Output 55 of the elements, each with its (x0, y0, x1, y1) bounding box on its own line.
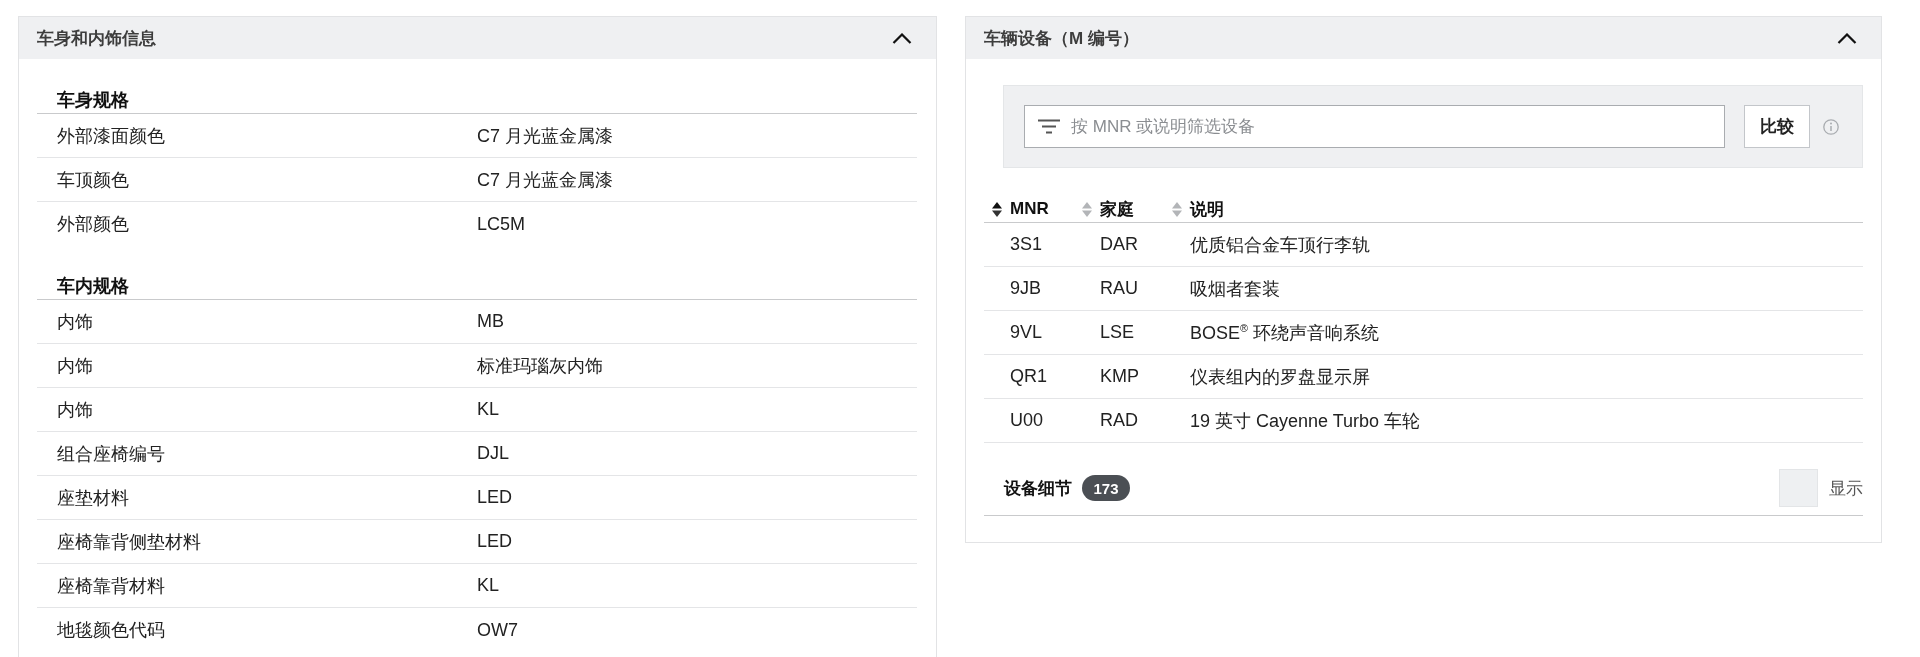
spec-label: 地毯颜色代码 (57, 619, 165, 642)
table-cell: U00 (1010, 410, 1044, 431)
table-cell: KMP (1100, 366, 1139, 387)
spec-value: LC5M (477, 213, 525, 235)
spec-value: LED (477, 487, 512, 508)
filter-input[interactable]: 按 MNR 或说明筛选设备 (1024, 105, 1725, 148)
count-badge: 173 (1082, 475, 1130, 501)
show-checkbox[interactable] (1779, 469, 1818, 507)
column-header[interactable]: 说明 (1172, 197, 1224, 221)
spec-value: MB (477, 311, 504, 332)
spec-value: LED (477, 531, 512, 552)
table-cell: LSE (1100, 322, 1135, 343)
compare-button[interactable]: 比较 (1744, 105, 1810, 148)
spec-value: KL (477, 575, 500, 596)
table-cell: QR1 (1010, 366, 1047, 387)
table-cell: RAU (1100, 278, 1138, 299)
spec-label: 组合座椅编号 (57, 442, 165, 466)
spec-value: DJL (477, 443, 509, 464)
chevron-up-icon[interactable] (1837, 32, 1857, 44)
filter-icon (1038, 119, 1060, 134)
table-cell-text: 19 英寸 Cayenne Turbo 车轮 (1190, 409, 1421, 433)
spec-label: 内饰 (57, 354, 93, 378)
table-cell: 9VL (1010, 322, 1043, 343)
spec-value: KL (477, 399, 500, 420)
table-cell: 9JB (1010, 278, 1042, 299)
panel-header[interactable]: 车辆设备（M 编号） (966, 17, 1881, 59)
spec-label: 车顶颜色 (57, 168, 129, 192)
table-cell-text: 仪表组内的罗盘显示屏 (1190, 365, 1370, 389)
spec-label: 座椅靠背侧垫材料 (57, 530, 201, 554)
table-cell: BOSE$^{®}$ 环绕声音响系统 (1190, 320, 1379, 345)
spec-value: 标准玛瑙灰内饰 (477, 354, 603, 378)
chevron-up-icon[interactable] (892, 32, 912, 44)
details-label: 设备细节 (1004, 477, 1072, 500)
section-heading: 车身规格 (57, 89, 129, 112)
panel-title: 车身和内饰信息 (37, 27, 156, 50)
panel-header[interactable]: 车身和内饰信息 (19, 17, 936, 59)
column-header[interactable]: MNR (992, 199, 1049, 219)
checkbox-label: 显示 (1829, 477, 1863, 500)
table-cell: DAR (1100, 234, 1138, 255)
spec-label: 座椅靠背材料 (57, 574, 165, 598)
spec-label: 内饰 (57, 398, 93, 422)
spec-label: 座垫材料 (57, 486, 129, 510)
spec-value: C7 月光蓝金属漆 (477, 168, 613, 192)
table-cell: 3S1 (1010, 234, 1043, 255)
column-header[interactable]: 家庭 (1082, 197, 1134, 221)
spec-value: OW7 (477, 619, 518, 641)
section-heading: 车内规格 (57, 275, 129, 298)
table-cell: RAD (1100, 410, 1138, 431)
table-cell-text: 优质铝合金车顶行李轨 (1190, 233, 1370, 257)
spec-value: C7 月光蓝金属漆 (477, 124, 613, 148)
spec-label: 内饰 (57, 310, 93, 334)
panel-title: 车辆设备（M 编号） (984, 27, 1139, 50)
table-cell-text: 吸烟者套装 (1190, 277, 1280, 301)
spec-label: 外部颜色 (57, 213, 129, 236)
spec-label: 外部漆面颜色 (57, 124, 165, 148)
